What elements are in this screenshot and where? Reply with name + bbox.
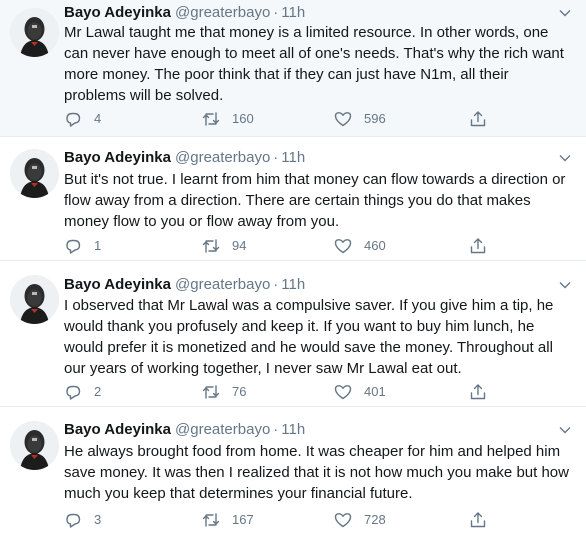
share-icon xyxy=(470,512,486,528)
tweet[interactable]: Bayo Adeyinka @greaterbayo · 11h But it's n… xyxy=(0,137,586,261)
tweet-timestamp[interactable]: 11h xyxy=(281,276,305,293)
tweet-actions: 1 94 460 xyxy=(64,236,504,256)
tweet-text: But it's not true. I learnt from him tha… xyxy=(64,169,580,232)
tweet-text-line: can never have enough to meet all of one… xyxy=(64,45,564,62)
avatar[interactable] xyxy=(10,8,59,57)
reply-button[interactable]: 4 xyxy=(64,109,101,129)
tweet[interactable]: Bayo Adeyinka @greaterbayo · 11h Mr Lawal t… xyxy=(0,0,586,137)
like-count: 728 xyxy=(364,512,386,527)
like-button[interactable]: 460 xyxy=(334,236,386,256)
tweet-text: I observed that Mr Lawal was a compulsiv… xyxy=(64,295,580,379)
tweet-text-line: more money. The poor think that if they … xyxy=(64,66,509,83)
share-button[interactable] xyxy=(469,382,487,402)
tweet-actions: 4 160 596 xyxy=(64,109,504,129)
author-name[interactable]: Bayo Adeyinka xyxy=(64,4,171,21)
reply-count: 3 xyxy=(94,512,102,527)
avatar[interactable] xyxy=(10,421,59,470)
like-count: 596 xyxy=(364,111,386,126)
retweet-icon xyxy=(202,513,220,527)
tweet-header: Bayo Adeyinka @greaterbayo · 11h xyxy=(64,3,305,23)
tweet-timestamp[interactable]: 11h xyxy=(281,421,305,438)
reply-icon xyxy=(66,112,81,127)
tweet-text-line: money flow to you or flow away from you. xyxy=(64,213,340,230)
share-icon xyxy=(470,111,486,127)
chevron-down-icon[interactable] xyxy=(558,151,572,165)
reply-count: 4 xyxy=(94,111,102,126)
share-icon xyxy=(470,384,486,400)
tweet-header: Bayo Adeyinka @greaterbayo · 11h xyxy=(64,275,305,295)
tweet-text-line: He always brought food from home. It was… xyxy=(64,443,561,460)
retweet-button[interactable]: 167 xyxy=(202,510,254,530)
like-button[interactable]: 728 xyxy=(334,510,386,530)
separator-dot: · xyxy=(273,4,279,21)
author-name[interactable]: Bayo Adeyinka xyxy=(64,421,171,438)
share-button[interactable] xyxy=(469,236,487,256)
reply-icon xyxy=(66,385,81,400)
tweet-header: Bayo Adeyinka @greaterbayo · 11h xyxy=(64,420,305,440)
like-count: 401 xyxy=(364,384,386,399)
retweet-button[interactable]: 160 xyxy=(202,109,254,129)
reply-count: 1 xyxy=(94,238,102,253)
like-button[interactable]: 596 xyxy=(334,109,386,129)
tweet-text-line: flow away from a direction. There are ce… xyxy=(64,192,531,209)
share-button[interactable] xyxy=(469,109,487,129)
separator-dot: · xyxy=(273,421,279,438)
like-count: 460 xyxy=(364,238,386,253)
retweet-button[interactable]: 76 xyxy=(202,382,246,402)
separator-dot: · xyxy=(273,149,279,166)
retweet-count: 167 xyxy=(232,512,254,527)
tweet-text-line: save money. It was then I realized that … xyxy=(64,464,569,481)
tweet-actions: 2 76 401 xyxy=(64,382,504,402)
author-handle[interactable]: @greaterbayo xyxy=(175,421,270,438)
chevron-down-icon[interactable] xyxy=(558,278,572,292)
avatar[interactable] xyxy=(10,275,59,324)
reply-icon xyxy=(66,239,81,254)
tweet-text-line: I observed that Mr Lawal was a compulsiv… xyxy=(64,297,554,314)
timeline: Bayo Adeyinka @greaterbayo · 11h Mr Lawal t… xyxy=(0,0,586,537)
tweet-text-line: our years of working together, I never s… xyxy=(64,360,462,377)
retweet-count: 76 xyxy=(232,384,247,399)
chevron-down-icon[interactable] xyxy=(558,6,572,20)
tweet-timestamp[interactable]: 11h xyxy=(281,149,305,166)
tweet-header: Bayo Adeyinka @greaterbayo · 11h xyxy=(64,148,305,168)
author-name[interactable]: Bayo Adeyinka xyxy=(64,149,171,166)
retweet-icon xyxy=(202,239,220,253)
heart-icon xyxy=(334,513,352,528)
author-handle[interactable]: @greaterbayo xyxy=(175,276,270,293)
tweet-text-line: would thank you profusely and keep it. I… xyxy=(64,318,535,335)
separator-dot: · xyxy=(273,276,279,293)
tweet-actions: 3 167 728 xyxy=(64,510,504,530)
reply-button[interactable]: 1 xyxy=(64,236,101,256)
share-button[interactable] xyxy=(469,510,487,530)
tweet-text-line: much you keep that determines your finan… xyxy=(64,485,413,502)
heart-icon xyxy=(334,112,352,127)
tweet-text-line: Mr Lawal taught me that money is a limit… xyxy=(64,24,549,41)
heart-icon xyxy=(334,385,352,400)
tweet-text-line: would prefer it is monetized and he woul… xyxy=(64,339,553,356)
chevron-down-icon[interactable] xyxy=(558,423,572,437)
heart-icon xyxy=(334,239,352,254)
retweet-icon xyxy=(202,112,220,126)
author-handle[interactable]: @greaterbayo xyxy=(175,149,270,166)
tweet-text: He always brought food from home. It was… xyxy=(64,441,580,504)
tweet-text-line: But it's not true. I learnt from him tha… xyxy=(64,171,566,188)
tweet-text: Mr Lawal taught me that money is a limit… xyxy=(64,22,580,106)
reply-button[interactable]: 3 xyxy=(64,510,101,530)
author-handle[interactable]: @greaterbayo xyxy=(175,4,270,21)
retweet-icon xyxy=(202,385,220,399)
author-name[interactable]: Bayo Adeyinka xyxy=(64,276,171,293)
tweet-text-line: problems will be solved. xyxy=(64,87,224,104)
reply-icon xyxy=(66,513,81,528)
retweet-count: 160 xyxy=(232,111,254,126)
reply-button[interactable]: 2 xyxy=(64,382,101,402)
reply-count: 2 xyxy=(94,384,102,399)
tweet-timestamp[interactable]: 11h xyxy=(281,4,305,21)
share-icon xyxy=(470,238,486,254)
retweet-button[interactable]: 94 xyxy=(202,236,246,256)
tweet[interactable]: Bayo Adeyinka @greaterbayo · 11h I observed… xyxy=(0,261,586,407)
like-button[interactable]: 401 xyxy=(334,382,386,402)
avatar[interactable] xyxy=(10,149,59,198)
retweet-count: 94 xyxy=(232,238,247,253)
tweet[interactable]: Bayo Adeyinka @greaterbayo · 11h He always … xyxy=(0,407,586,537)
